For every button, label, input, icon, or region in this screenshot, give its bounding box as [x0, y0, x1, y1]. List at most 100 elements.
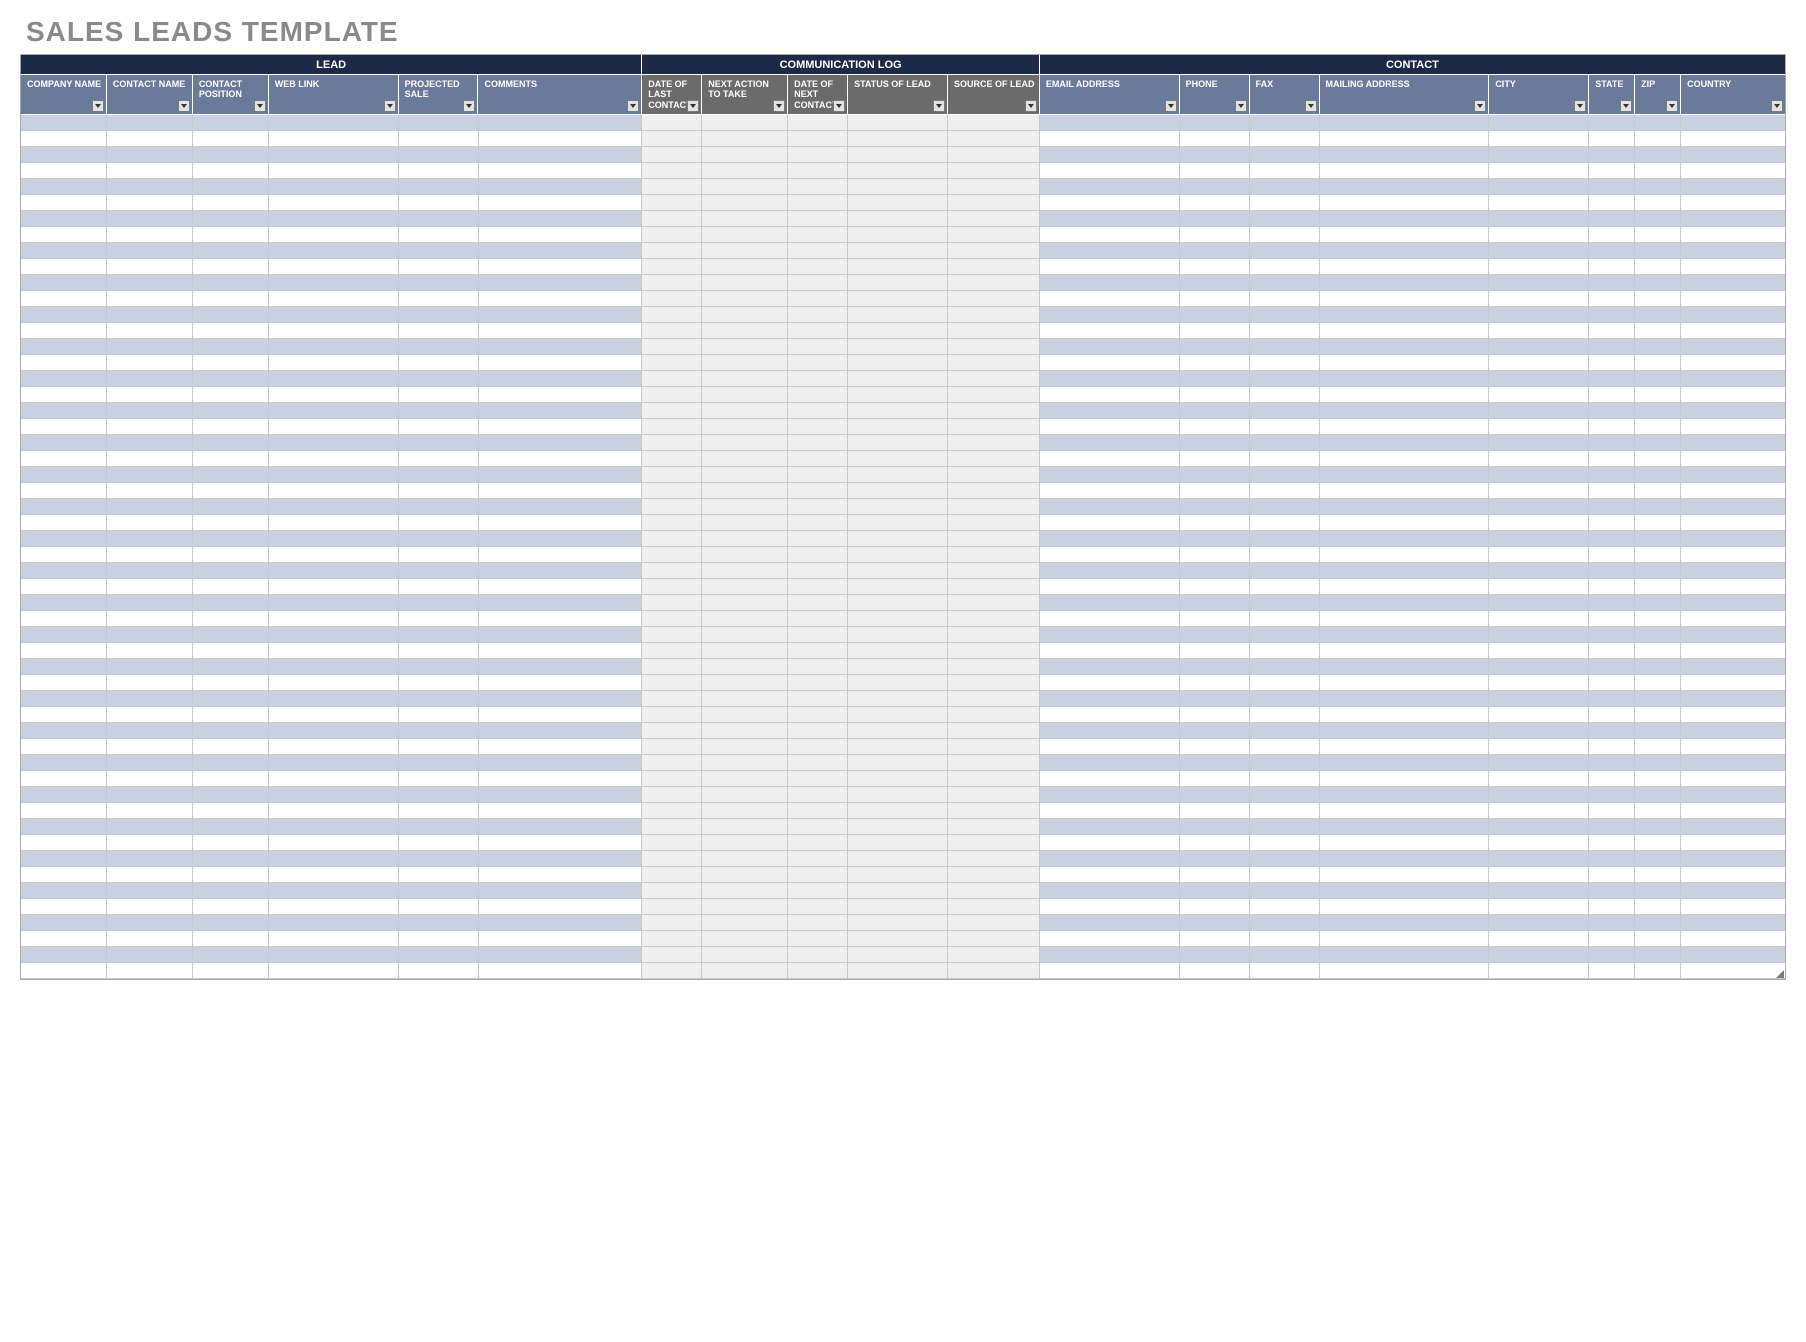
table-cell[interactable] — [1320, 643, 1490, 659]
table-cell[interactable] — [948, 291, 1040, 307]
table-cell[interactable] — [479, 355, 643, 371]
table-cell[interactable] — [269, 227, 399, 243]
table-cell[interactable] — [948, 387, 1040, 403]
table-cell[interactable] — [1589, 755, 1635, 771]
table-cell[interactable] — [788, 355, 848, 371]
table-cell[interactable] — [1489, 275, 1589, 291]
table-cell[interactable] — [107, 163, 193, 179]
table-cell[interactable] — [642, 499, 702, 515]
table-cell[interactable] — [269, 275, 399, 291]
table-cell[interactable] — [1040, 435, 1180, 451]
table-cell[interactable] — [107, 131, 193, 147]
table-cell[interactable] — [193, 403, 269, 419]
table-cell[interactable] — [1250, 339, 1320, 355]
table-cell[interactable] — [269, 387, 399, 403]
table-cell[interactable] — [1635, 835, 1681, 851]
table-cell[interactable] — [788, 899, 848, 915]
table-cell[interactable] — [1489, 723, 1589, 739]
table-cell[interactable] — [1589, 467, 1635, 483]
table-cell[interactable] — [479, 451, 643, 467]
table-cell[interactable] — [1320, 483, 1490, 499]
table-cell[interactable] — [948, 803, 1040, 819]
table-cell[interactable] — [948, 835, 1040, 851]
table-cell[interactable] — [1635, 195, 1681, 211]
table-cell[interactable] — [1589, 707, 1635, 723]
table-cell[interactable] — [193, 627, 269, 643]
table-cell[interactable] — [269, 675, 399, 691]
table-cell[interactable] — [1635, 131, 1681, 147]
table-cell[interactable] — [788, 307, 848, 323]
table-cell[interactable] — [948, 243, 1040, 259]
table-cell[interactable] — [1681, 403, 1785, 419]
table-cell[interactable] — [1250, 611, 1320, 627]
table-cell[interactable] — [642, 387, 702, 403]
table-cell[interactable] — [1681, 707, 1785, 723]
table-cell[interactable] — [193, 691, 269, 707]
table-cell[interactable] — [948, 211, 1040, 227]
table-cell[interactable] — [1681, 691, 1785, 707]
table-cell[interactable] — [702, 867, 788, 883]
table-cell[interactable] — [1635, 291, 1681, 307]
table-cell[interactable] — [1681, 931, 1785, 947]
table-cell[interactable] — [1589, 163, 1635, 179]
table-cell[interactable] — [1320, 851, 1490, 867]
table-cell[interactable] — [479, 467, 643, 483]
table-cell[interactable] — [399, 931, 479, 947]
table-cell[interactable] — [948, 931, 1040, 947]
table-cell[interactable] — [948, 947, 1040, 963]
table-cell[interactable] — [788, 707, 848, 723]
table-cell[interactable] — [21, 707, 107, 723]
table-cell[interactable] — [1250, 883, 1320, 899]
table-cell[interactable] — [1489, 323, 1589, 339]
table-cell[interactable] — [1250, 467, 1320, 483]
table-cell[interactable] — [1681, 163, 1785, 179]
table-cell[interactable] — [1250, 723, 1320, 739]
table-cell[interactable] — [1250, 947, 1320, 963]
table-cell[interactable] — [269, 691, 399, 707]
table-cell[interactable] — [1040, 531, 1180, 547]
table-cell[interactable] — [1589, 643, 1635, 659]
table-cell[interactable] — [1250, 291, 1320, 307]
table-cell[interactable] — [642, 899, 702, 915]
table-cell[interactable] — [1180, 339, 1250, 355]
table-cell[interactable] — [1635, 659, 1681, 675]
table-cell[interactable] — [948, 771, 1040, 787]
table-cell[interactable] — [107, 771, 193, 787]
table-cell[interactable] — [193, 547, 269, 563]
table-cell[interactable] — [1635, 899, 1681, 915]
table-cell[interactable] — [1250, 851, 1320, 867]
table-cell[interactable] — [107, 275, 193, 291]
table-cell[interactable] — [1040, 611, 1180, 627]
table-cell[interactable] — [788, 931, 848, 947]
table-cell[interactable] — [702, 787, 788, 803]
table-cell[interactable] — [1040, 339, 1180, 355]
table-cell[interactable] — [788, 339, 848, 355]
table-cell[interactable] — [1320, 691, 1490, 707]
table-cell[interactable] — [788, 547, 848, 563]
table-cell[interactable] — [1320, 563, 1490, 579]
table-cell[interactable] — [1250, 659, 1320, 675]
table-cell[interactable] — [642, 179, 702, 195]
table-cell[interactable] — [269, 627, 399, 643]
table-cell[interactable] — [1320, 291, 1490, 307]
table-cell[interactable] — [479, 419, 643, 435]
table-cell[interactable] — [193, 723, 269, 739]
table-cell[interactable] — [1250, 547, 1320, 563]
table-cell[interactable] — [193, 739, 269, 755]
filter-dropdown-icon[interactable] — [254, 100, 266, 112]
table-cell[interactable] — [1681, 339, 1785, 355]
table-cell[interactable] — [642, 851, 702, 867]
table-cell[interactable] — [1320, 883, 1490, 899]
table-cell[interactable] — [1180, 755, 1250, 771]
table-cell[interactable] — [1180, 819, 1250, 835]
table-cell[interactable] — [107, 499, 193, 515]
table-cell[interactable] — [21, 643, 107, 659]
table-cell[interactable] — [1635, 403, 1681, 419]
table-cell[interactable] — [1250, 787, 1320, 803]
table-cell[interactable] — [21, 691, 107, 707]
table-cell[interactable] — [193, 515, 269, 531]
table-cell[interactable] — [848, 547, 948, 563]
table-cell[interactable] — [1589, 883, 1635, 899]
table-cell[interactable] — [1635, 579, 1681, 595]
table-cell[interactable] — [1180, 163, 1250, 179]
